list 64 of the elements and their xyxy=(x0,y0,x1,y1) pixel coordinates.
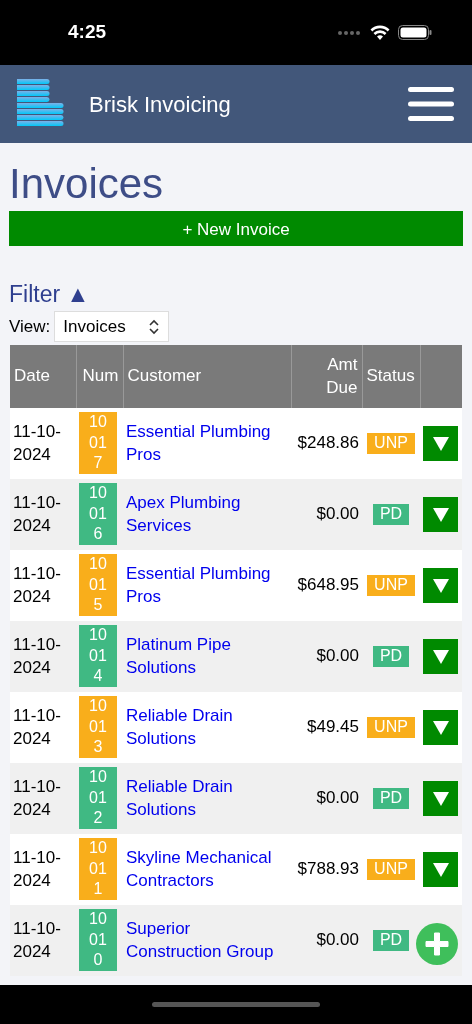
amount-cell: $248.86 xyxy=(291,408,362,479)
plus-icon xyxy=(425,932,449,956)
amount-cell: $788.93 xyxy=(291,834,362,905)
invoice-number: 10010 xyxy=(79,908,117,972)
battery-icon xyxy=(398,25,432,40)
column-header: Date xyxy=(10,345,76,408)
triangle-down-icon xyxy=(431,861,450,878)
wifi-icon xyxy=(370,25,390,40)
status-tag: UNP xyxy=(367,859,415,880)
view-label: View: xyxy=(9,315,51,338)
status-tag: UNP xyxy=(367,433,415,454)
column-header: Status xyxy=(362,345,420,408)
triangle-down-icon xyxy=(431,506,450,523)
invoice-number: 10012 xyxy=(79,766,117,830)
date-cell: 11-10-2024 xyxy=(10,763,76,834)
filter-toggle[interactable]: Filter ▲ xyxy=(9,283,463,306)
triangle-down-icon xyxy=(431,435,450,452)
invoice-number: 10016 xyxy=(79,482,117,546)
status-tag: PD xyxy=(372,788,410,809)
status-tag: PD xyxy=(372,504,410,525)
date-cell: 11-10-2024 xyxy=(10,621,76,692)
amount-cell: $648.95 xyxy=(291,550,362,621)
expand-button[interactable] xyxy=(423,426,458,461)
status-tag: PD xyxy=(372,646,410,667)
page-title: Invoices xyxy=(9,163,165,205)
expand-button[interactable] xyxy=(423,781,458,816)
invoice-number: 10014 xyxy=(79,624,117,688)
expand-button[interactable] xyxy=(423,852,458,887)
status-tag: UNP xyxy=(367,717,415,738)
date-cell: 11-10-2024 xyxy=(10,479,76,550)
new-invoice-button[interactable]: + New Invoice xyxy=(9,211,463,246)
column-header: Amt Due xyxy=(291,345,362,408)
clock-time: 4:25 xyxy=(68,20,107,45)
amount-cell: $0.00 xyxy=(291,763,362,834)
amount-cell: $49.45 xyxy=(291,692,362,763)
date-cell: 11-10-2024 xyxy=(10,408,76,479)
invoice-number: 10017 xyxy=(79,411,117,475)
triangle-down-icon xyxy=(431,577,450,594)
amount-cell: $0.00 xyxy=(291,479,362,550)
date-cell: 11-10-2024 xyxy=(10,834,76,905)
invoice-number: 10011 xyxy=(79,837,117,901)
signal-icon xyxy=(338,30,362,35)
chevron-updown-icon xyxy=(148,318,161,335)
expand-button[interactable] xyxy=(423,639,458,674)
amount-cell: $0.00 xyxy=(291,621,362,692)
view-select[interactable]: Invoices xyxy=(54,311,170,342)
expand-button[interactable] xyxy=(423,568,458,603)
expand-button[interactable] xyxy=(423,710,458,745)
column-header: Customer xyxy=(123,345,291,408)
invoice-number: 10015 xyxy=(79,553,117,617)
status-tag: PD xyxy=(372,930,410,951)
triangle-down-icon xyxy=(431,648,450,665)
column-header: Num xyxy=(76,345,123,408)
invoice-number: 10013 xyxy=(79,695,117,759)
date-cell: 11-10-2024 xyxy=(10,905,76,976)
app-title: Brisk Invoicing xyxy=(89,90,231,119)
status-tag: UNP xyxy=(367,575,415,596)
triangle-down-icon xyxy=(431,719,450,736)
expand-button[interactable] xyxy=(423,497,458,532)
menu-button[interactable] xyxy=(408,86,454,122)
amount-cell: $0.00 xyxy=(291,905,362,976)
triangle-down-icon xyxy=(431,790,450,807)
date-cell: 11-10-2024 xyxy=(10,692,76,763)
date-cell: 11-10-2024 xyxy=(10,550,76,621)
